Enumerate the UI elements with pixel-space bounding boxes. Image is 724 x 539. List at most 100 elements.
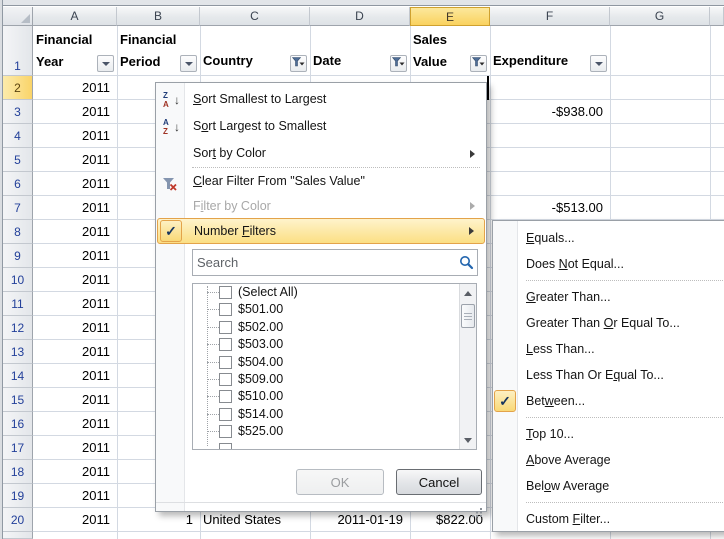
row-header-14[interactable]: 14 — [3, 364, 33, 388]
cell-D20[interactable]: 2011-01-19 — [313, 511, 403, 528]
value-checkbox[interactable] — [219, 303, 232, 316]
cell-A17[interactable]: 2011 — [36, 439, 110, 456]
value-checkbox[interactable] — [219, 338, 232, 351]
list-item[interactable]: $502.00 — [193, 319, 458, 336]
cell-F7[interactable]: -$513.00 — [493, 199, 603, 216]
row-header-1[interactable]: 1 — [3, 26, 33, 76]
row-header-2[interactable]: 2 — [3, 76, 33, 100]
row-header-6[interactable]: 6 — [3, 172, 33, 196]
row-header-partial[interactable] — [3, 532, 33, 539]
list-item[interactable] — [193, 441, 458, 449]
cancel-button[interactable]: Cancel — [396, 469, 482, 495]
list-item[interactable]: $504.00 — [193, 354, 458, 371]
row-header-9[interactable]: 9 — [3, 244, 33, 268]
column-header-partial[interactable] — [710, 7, 724, 26]
submenu-item-does-not-equal[interactable]: Does Not Equal... — [493, 251, 724, 277]
cell-A4[interactable]: 2011 — [36, 127, 110, 144]
column-header-G[interactable]: G — [610, 7, 710, 26]
scroll-down-button[interactable] — [460, 432, 476, 448]
row-header-7[interactable]: 7 — [3, 196, 33, 220]
list-scrollbar[interactable] — [459, 284, 476, 449]
filter-button-D[interactable] — [390, 55, 407, 72]
row-header-15[interactable]: 15 — [3, 388, 33, 412]
list-item[interactable]: $501.00 — [193, 301, 458, 318]
column-header-A[interactable]: A — [33, 7, 117, 26]
column-header-D[interactable]: D — [310, 7, 410, 26]
column-header-B[interactable]: B — [117, 7, 200, 26]
column-header-E[interactable]: E — [410, 7, 490, 26]
submenu-item-between[interactable]: ✓Between... — [493, 388, 724, 414]
cell-A13[interactable]: 2011 — [36, 343, 110, 360]
column-header-F[interactable]: F — [490, 7, 610, 26]
row-header-18[interactable]: 18 — [3, 460, 33, 484]
value-checkbox[interactable] — [219, 425, 232, 438]
row-header-17[interactable]: 17 — [3, 436, 33, 460]
list-item[interactable]: $503.00 — [193, 336, 458, 353]
menu-item-number-filters[interactable]: Number Filters✓ — [157, 218, 485, 244]
scroll-thumb[interactable] — [461, 304, 475, 328]
filter-button-C[interactable] — [290, 55, 307, 72]
submenu-item-less-than-or-equal-to[interactable]: Less Than Or Equal To... — [493, 362, 724, 388]
row-header-8[interactable]: 8 — [3, 220, 33, 244]
scroll-up-button[interactable] — [460, 285, 476, 301]
cell-A5[interactable]: 2011 — [36, 151, 110, 168]
value-checkbox[interactable] — [219, 356, 232, 369]
cell-A19[interactable]: 2011 — [36, 487, 110, 504]
submenu-item-greater-than[interactable]: Greater Than... — [493, 284, 724, 310]
cell-A20[interactable]: 2011 — [36, 511, 110, 528]
submenu-item-equals[interactable]: Equals... — [493, 225, 724, 251]
list-item[interactable]: $514.00 — [193, 406, 458, 423]
column-header-C[interactable]: C — [200, 7, 310, 26]
cell-A2[interactable]: 2011 — [36, 79, 110, 96]
menu-item-clear-filter[interactable]: Clear Filter From "Sales Value" — [157, 169, 485, 194]
value-checkbox[interactable] — [219, 408, 232, 421]
cell-A16[interactable]: 2011 — [36, 415, 110, 432]
cell-A8[interactable]: 2011 — [36, 223, 110, 240]
row-header-11[interactable]: 11 — [3, 292, 33, 316]
select-all-corner[interactable] — [3, 7, 33, 26]
cell-B20[interactable]: 1 — [120, 511, 193, 528]
filter-button-E[interactable] — [470, 55, 487, 72]
value-checkbox[interactable] — [219, 390, 232, 403]
row-header-4[interactable]: 4 — [3, 124, 33, 148]
row-header-3[interactable]: 3 — [3, 100, 33, 124]
cell-A14[interactable]: 2011 — [36, 367, 110, 384]
value-checkbox[interactable] — [219, 373, 232, 386]
row-header-10[interactable]: 10 — [3, 268, 33, 292]
resize-grip-icon[interactable] — [471, 504, 483, 513]
list-item[interactable]: (Select All) — [193, 284, 458, 301]
submenu-item-greater-than-or-equal-to[interactable]: Greater Than Or Equal To... — [493, 310, 724, 336]
row-header-12[interactable]: 12 — [3, 316, 33, 340]
cell-A12[interactable]: 2011 — [36, 319, 110, 336]
menu-item-sort-largest-to-smallest[interactable]: Sort Largest to SmallestZA↓ — [157, 113, 485, 140]
row-header-19[interactable]: 19 — [3, 484, 33, 508]
cell-A6[interactable]: 2011 — [36, 175, 110, 192]
row-header-20[interactable]: 20 — [3, 508, 33, 532]
submenu-item-custom-filter[interactable]: Custom Filter... — [493, 506, 724, 532]
row-header-16[interactable]: 16 — [3, 412, 33, 436]
cell-A15[interactable]: 2011 — [36, 391, 110, 408]
cell-F3[interactable]: -$938.00 — [493, 103, 603, 120]
submenu-item-below-average[interactable]: Below Average — [493, 473, 724, 499]
menu-item-sort-smallest-to-largest[interactable]: Sort Smallest to LargestAZ↓ — [157, 86, 485, 113]
menu-item-sort-by-color[interactable]: Sort by Color — [157, 140, 485, 167]
cell-A7[interactable]: 2011 — [36, 199, 110, 216]
cell-A11[interactable]: 2011 — [36, 295, 110, 312]
search-input[interactable] — [193, 255, 457, 270]
cell-A18[interactable]: 2011 — [36, 463, 110, 480]
row-header-5[interactable]: 5 — [3, 148, 33, 172]
list-item[interactable]: $509.00 — [193, 371, 458, 388]
list-item[interactable]: $525.00 — [193, 423, 458, 440]
cell-C20[interactable]: United States — [203, 511, 303, 528]
cell-A3[interactable]: 2011 — [36, 103, 110, 120]
filter-button-F[interactable] — [590, 55, 607, 72]
submenu-item-above-average[interactable]: Above Average — [493, 447, 724, 473]
value-checkbox[interactable] — [219, 321, 232, 334]
filter-button-B[interactable] — [180, 55, 197, 72]
filter-button-A[interactable] — [97, 55, 114, 72]
cell-A10[interactable]: 2011 — [36, 271, 110, 288]
row-header-13[interactable]: 13 — [3, 340, 33, 364]
value-checkbox[interactable] — [219, 286, 232, 299]
submenu-item-less-than[interactable]: Less Than... — [493, 336, 724, 362]
submenu-item-top-10[interactable]: Top 10... — [493, 421, 724, 447]
